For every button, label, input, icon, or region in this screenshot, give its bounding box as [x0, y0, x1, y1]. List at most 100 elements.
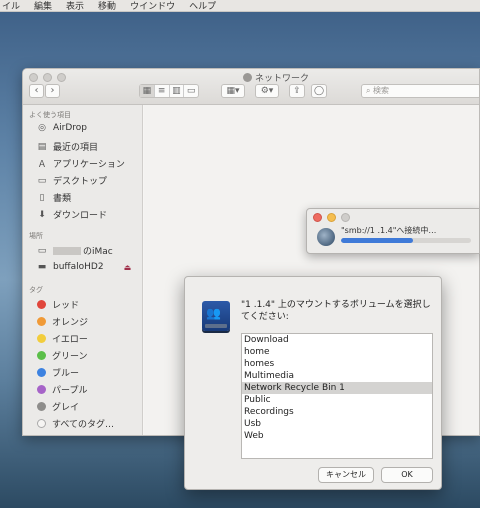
cancel-button[interactable]: キャンセル [318, 467, 374, 483]
favorites-header: よく使う項目 [29, 111, 71, 119]
view-mode-group: ▦ ≡ ▥ ▭ [139, 84, 199, 98]
sidebar-tag-item[interactable]: レッド [37, 298, 79, 311]
sidebar-tag-item[interactable]: イエロー [37, 332, 88, 345]
tag-color-dot-icon [37, 351, 46, 360]
desktop-icon: ▭ [37, 175, 47, 186]
volume-list-item[interactable]: homes [242, 358, 432, 370]
volume-list-item[interactable]: Network Recycle Bin 1 [242, 382, 432, 394]
tag-label: ブルー [52, 369, 80, 379]
redacted-name [53, 246, 81, 255]
volume-list-item[interactable]: Usb [242, 418, 432, 430]
menu-file[interactable]: イル [2, 0, 20, 11]
sidebar-item-buffalohd2[interactable]: ▬ buffaloHD2 ⏏ [37, 262, 131, 272]
icon-view-icon[interactable]: ▦ [140, 85, 155, 97]
list-view-icon[interactable]: ≡ [155, 85, 170, 97]
tag-label: すべてのタグ… [52, 420, 115, 430]
sidebar-tag-item[interactable]: すべてのタグ… [37, 417, 114, 430]
connecting-window-controls [313, 213, 350, 222]
gear-icon: ⚙▾ [260, 86, 274, 96]
sidebar-tag-item[interactable]: オレンジ [37, 315, 88, 328]
tag-button[interactable]: ◯ [311, 84, 327, 98]
sidebar-item-imac[interactable]: ▭ のiMac [37, 244, 113, 258]
dialog-message: "1 .1.4" 上のマウントするボリュームを選択してください: [241, 300, 431, 322]
gallery-view-icon[interactable]: ▭ [184, 85, 198, 97]
zoom-button[interactable] [341, 213, 350, 222]
volume-list-item[interactable]: Recordings [242, 406, 432, 418]
tag-color-dot-icon [37, 419, 46, 428]
sidebar-item-desktop[interactable]: ▭ デスクトップ [37, 174, 107, 188]
menu-go[interactable]: 移動 [98, 0, 116, 11]
forward-button[interactable]: › [45, 84, 60, 98]
tag-label: イエロー [52, 335, 88, 345]
volume-list-item[interactable]: Download [242, 334, 432, 346]
volume-list-item[interactable]: Public [242, 394, 432, 406]
sidebar-item-recents[interactable]: ▤ 最近の項目 [37, 140, 98, 154]
airdrop-icon: ◎ [38, 123, 46, 133]
locations-header: 場所 [29, 232, 43, 240]
menu-bar: イル 編集 表示 移動 ウインドウ ヘルプ [0, 0, 480, 12]
close-button[interactable] [313, 213, 322, 222]
tag-color-dot-icon [37, 334, 46, 343]
close-button[interactable] [29, 73, 38, 82]
sidebar-tag-item[interactable]: ブルー [37, 366, 79, 379]
connecting-message: "smb://1 .1.4"へ接続中… [341, 226, 437, 235]
share-button[interactable]: ⇪ [289, 84, 305, 98]
volume-list-item[interactable]: Multimedia [242, 370, 432, 382]
volume-list-item[interactable]: home [242, 346, 432, 358]
menu-window[interactable]: ウインドウ [130, 0, 175, 11]
search-input[interactable]: ⌕ 検索 [361, 84, 479, 98]
minimize-button[interactable] [43, 73, 52, 82]
tag-label: パープル [52, 386, 88, 396]
sidebar-item-applications[interactable]: Ａ アプリケーション [37, 157, 124, 170]
sidebar-item-airdrop[interactable]: ◎ AirDrop [37, 123, 87, 133]
finder-sidebar: よく使う項目 ◎ AirDrop ▤ 最近の項目 Ａ アプリケーション ▭ デス… [23, 105, 143, 435]
zoom-button[interactable] [57, 73, 66, 82]
menu-view[interactable]: 表示 [66, 0, 84, 11]
sidebar-tag-item[interactable]: グレイ [37, 400, 79, 413]
tag-color-dot-icon [37, 402, 46, 411]
downloads-icon: ⬇ [38, 209, 46, 220]
network-globe-icon [317, 228, 335, 246]
imac-icon: ▭ [37, 245, 47, 256]
sidebar-item-documents[interactable]: ▯ 書類 [37, 191, 72, 205]
sidebar-tag-item[interactable]: グリーン [37, 349, 88, 362]
window-controls [29, 73, 66, 82]
tag-color-dot-icon [37, 385, 46, 394]
group-icon: ▦▾ [226, 86, 240, 96]
tags-header: タグ [29, 286, 43, 294]
minimize-button[interactable] [327, 213, 336, 222]
menu-help[interactable]: ヘルプ [189, 0, 216, 11]
search-icon: ⌕ [366, 86, 371, 95]
file-server-icon: 👥 [202, 301, 230, 331]
tag-label: グレイ [52, 403, 80, 413]
volume-list[interactable]: Download home homes Multimedia Network Recyc… [241, 333, 433, 459]
mount-volume-dialog: 👥 "1 .1.4" 上のマウントするボリュームを選択してください: Downl… [184, 276, 442, 490]
external-drive-icon: ▬ [37, 262, 47, 272]
tag-color-dot-icon [37, 300, 46, 309]
column-view-icon[interactable]: ▥ [170, 85, 185, 97]
applications-icon: Ａ [37, 160, 47, 170]
ok-button[interactable]: OK [381, 467, 433, 483]
finder-toolbar: ネットワーク ‹ › ▦ ≡ ▥ ▭ ▦▾ ⚙▾ ⇪ ◯ ⌕ 検索 [23, 69, 479, 105]
recents-icon: ▤ [37, 141, 47, 152]
tag-color-dot-icon [37, 368, 46, 377]
tag-label: レッド [52, 301, 80, 311]
connecting-window: "smb://1 .1.4"へ接続中… [306, 208, 480, 254]
sidebar-item-downloads[interactable]: ⬇ ダウンロード [37, 208, 107, 222]
tag-label: グリーン [52, 352, 88, 362]
progress-fill [341, 238, 413, 243]
menu-edit[interactable]: 編集 [34, 0, 52, 11]
documents-icon: ▯ [39, 192, 45, 203]
back-button[interactable]: ‹ [29, 84, 44, 98]
connection-progress-bar [341, 238, 471, 243]
tag-color-dot-icon [37, 317, 46, 326]
tag-label: オレンジ [52, 318, 89, 328]
window-title: ネットワーク [243, 71, 309, 84]
share-icon: ⇪ [293, 86, 301, 96]
action-button[interactable]: ⚙▾ [255, 84, 279, 98]
volume-list-item[interactable]: Web [242, 430, 432, 442]
sidebar-tag-item[interactable]: パープル [37, 383, 87, 396]
eject-icon[interactable]: ⏏ [124, 263, 132, 272]
group-button[interactable]: ▦▾ [221, 84, 245, 98]
tag-icon: ◯ [313, 86, 325, 96]
